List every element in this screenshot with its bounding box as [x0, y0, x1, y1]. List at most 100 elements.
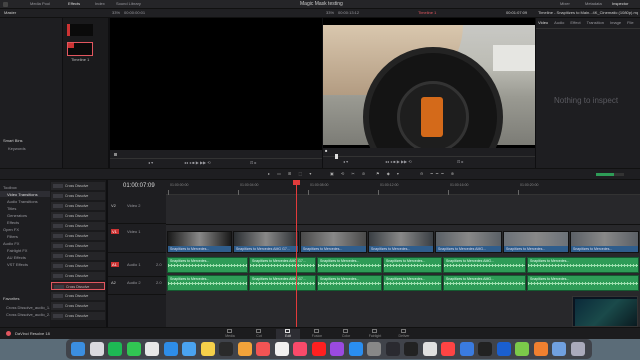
tab-media-pool[interactable]: Media Pool — [30, 2, 50, 6]
effect-item[interactable]: Cross Dissolve — [51, 282, 105, 290]
match-frame-icon[interactable]: ⊡ ▸ — [250, 161, 256, 165]
reminders-icon[interactable] — [274, 342, 289, 356]
playhead[interactable] — [296, 180, 297, 327]
audio-clip[interactable]: Snapitizes to Mercedes... — [527, 275, 639, 291]
effects-tree-item[interactable]: Titles — [0, 205, 50, 211]
effect-item[interactable]: Cross Dissolve — [51, 212, 105, 220]
terminal-icon[interactable] — [478, 342, 492, 356]
music-icon[interactable] — [293, 342, 307, 356]
effect-item[interactable]: Cross Dissolve — [51, 262, 105, 270]
audio-clip[interactable]: Snapitizes to Mercedes... — [383, 275, 442, 291]
tab-fairlight[interactable]: Fairlight — [363, 329, 387, 339]
video-clip[interactable]: Snapitizes to Mercedes AMG... — [435, 231, 502, 253]
tab-metadata[interactable]: Metadata — [585, 2, 602, 6]
inspector-tab-transition[interactable]: Transition — [587, 21, 604, 25]
audio-clip[interactable]: Snapitizes to Mercedes... — [317, 257, 382, 273]
video-clip[interactable]: Snapitizes to Mercedes... — [570, 231, 639, 253]
timeline-ruler[interactable]: 01:00:00:00 01:00:04:00 01:00:08:00 01:00:1… — [166, 180, 640, 195]
loop-icon[interactable]: ◂ ▾ — [148, 161, 153, 165]
inspector-tab-file[interactable]: File — [627, 21, 633, 25]
effect-item[interactable]: Cross Dissolve — [51, 232, 105, 240]
inspector-tab-image[interactable]: Image — [610, 21, 621, 25]
trash-icon[interactable] — [570, 342, 585, 356]
audio-clip[interactable]: Snapitizes to Mercedes AMG... — [443, 257, 526, 273]
effects-tree-item[interactable]: Open FX — [0, 226, 50, 232]
tab-cut[interactable]: Cut — [247, 329, 271, 339]
keywords-bin[interactable]: Keywords — [8, 147, 26, 151]
workspace-icon[interactable] — [3, 2, 8, 7]
effect-item[interactable]: Cross Dissolve — [51, 182, 105, 190]
timeline-tracks[interactable]: Snapitizes to Mercedes... Snapitizes to M… — [166, 195, 640, 327]
effect-item[interactable]: Cross Dissolve — [51, 292, 105, 300]
effects-tree-item[interactable]: Video Transitions — [0, 191, 50, 197]
mail-icon[interactable] — [182, 342, 196, 356]
vpn-icon[interactable] — [459, 342, 474, 356]
effects-tree-item[interactable]: Toolbox — [0, 184, 50, 190]
safari-icon[interactable] — [163, 342, 178, 356]
effects-tree-item[interactable]: Fairlight FX — [0, 247, 50, 253]
tab-edit[interactable]: Edit — [276, 329, 300, 339]
viewer-options-icon[interactable]: ■ — [325, 149, 327, 153]
effects-tree-item[interactable]: Audio FX — [0, 240, 50, 246]
bitwarden-icon[interactable] — [496, 342, 511, 356]
audio-clip[interactable]: Snapitizes to Mercedes... — [167, 257, 248, 273]
audio-clip[interactable]: Snapitizes to Mercedes... — [167, 275, 248, 291]
timeline-thumbnail[interactable] — [67, 42, 93, 56]
tab-deliver[interactable]: Deliver — [392, 329, 416, 339]
effect-item[interactable]: Cross Dissolve — [51, 192, 105, 200]
inspector-tab-video[interactable]: Video — [538, 21, 548, 25]
audio-clip[interactable]: Snapitizes to Mercedes AMG G7... — [249, 275, 316, 291]
effects-tree-item[interactable]: Effects — [0, 219, 50, 225]
zoom-tools[interactable]: ⊖ ━━━ ⊕ — [420, 172, 457, 176]
calendar-icon[interactable] — [256, 342, 270, 356]
launchpad-icon[interactable] — [89, 342, 104, 356]
timeline-selector[interactable]: Timeline 1 — [418, 11, 436, 15]
messages-icon[interactable] — [126, 342, 141, 356]
podcasts-icon[interactable] — [330, 342, 344, 356]
audio-clip[interactable]: Snapitizes to Mercedes AMG G7... — [249, 257, 316, 273]
android-icon[interactable] — [515, 342, 529, 356]
timeline-scrubber[interactable] — [335, 154, 338, 159]
fire-icon[interactable] — [533, 342, 548, 356]
tab-effects[interactable]: Effects — [68, 2, 80, 6]
playhead-handle[interactable] — [293, 180, 300, 185]
inspector-tab-audio[interactable]: Audio — [554, 21, 564, 25]
tab-index[interactable]: Index — [95, 2, 105, 6]
notes-icon[interactable] — [200, 342, 215, 356]
preview-icon[interactable] — [552, 342, 566, 356]
tab-fusion[interactable]: Fusion — [305, 329, 329, 339]
inspector-tab-effect[interactable]: Effect — [570, 21, 580, 25]
source-playhead-icon[interactable] — [114, 153, 117, 156]
jog-left-icon[interactable]: ◂◂ ◂ ■ ▶ ▶▶ ⟲ — [184, 161, 211, 165]
video-clip[interactable]: Snapitizes to Mercedes... — [167, 231, 232, 253]
effect-item[interactable]: Cross Dissolve — [51, 302, 105, 310]
transport-controls[interactable]: ◂◂ ◂ ■ ▶ ▶▶ ⟲ — [385, 160, 412, 164]
video-clip[interactable]: Snapitizes to Mercedes AMG G7... — [233, 231, 299, 253]
volume-slider[interactable] — [596, 173, 624, 176]
source-zoom[interactable]: 33% — [112, 11, 120, 15]
photos-icon[interactable] — [237, 342, 252, 356]
tab-color[interactable]: Color — [334, 329, 358, 339]
effect-item[interactable]: Cross Dissolve — [51, 242, 105, 250]
effects-tree-item[interactable]: Filters — [0, 233, 50, 239]
video-clip[interactable]: Snapitizes to Mercedes... — [503, 231, 569, 253]
finder-icon[interactable] — [71, 342, 85, 356]
capcut-icon[interactable] — [404, 342, 418, 356]
effect-item[interactable]: Cross Dissolve — [51, 252, 105, 260]
chrome-icon[interactable] — [145, 342, 159, 356]
appstore-icon[interactable] — [348, 342, 363, 356]
youtube-icon[interactable] — [311, 342, 326, 356]
tab-sound-library[interactable]: Sound Library — [116, 2, 141, 6]
settings-icon[interactable] — [367, 342, 381, 356]
effect-item[interactable]: Cross Dissolve — [51, 202, 105, 210]
effect-item[interactable]: Cross Dissolve — [51, 222, 105, 230]
audio-clip[interactable]: Snapitizes to Mercedes... — [383, 257, 442, 273]
edit-tools[interactable]: ▸ ▭ ⊞ ⬚ ▾ — [268, 172, 314, 176]
tab-media[interactable]: Media — [218, 329, 242, 339]
yandex-icon[interactable] — [441, 342, 455, 356]
source-viewer[interactable] — [110, 18, 322, 168]
effects-tree-item[interactable]: Generators — [0, 212, 50, 218]
effects-tree-item[interactable]: Audio Transitions — [0, 198, 50, 204]
resolve-icon[interactable] — [385, 342, 400, 356]
effects-tree-item[interactable]: AU Effects — [0, 254, 50, 260]
